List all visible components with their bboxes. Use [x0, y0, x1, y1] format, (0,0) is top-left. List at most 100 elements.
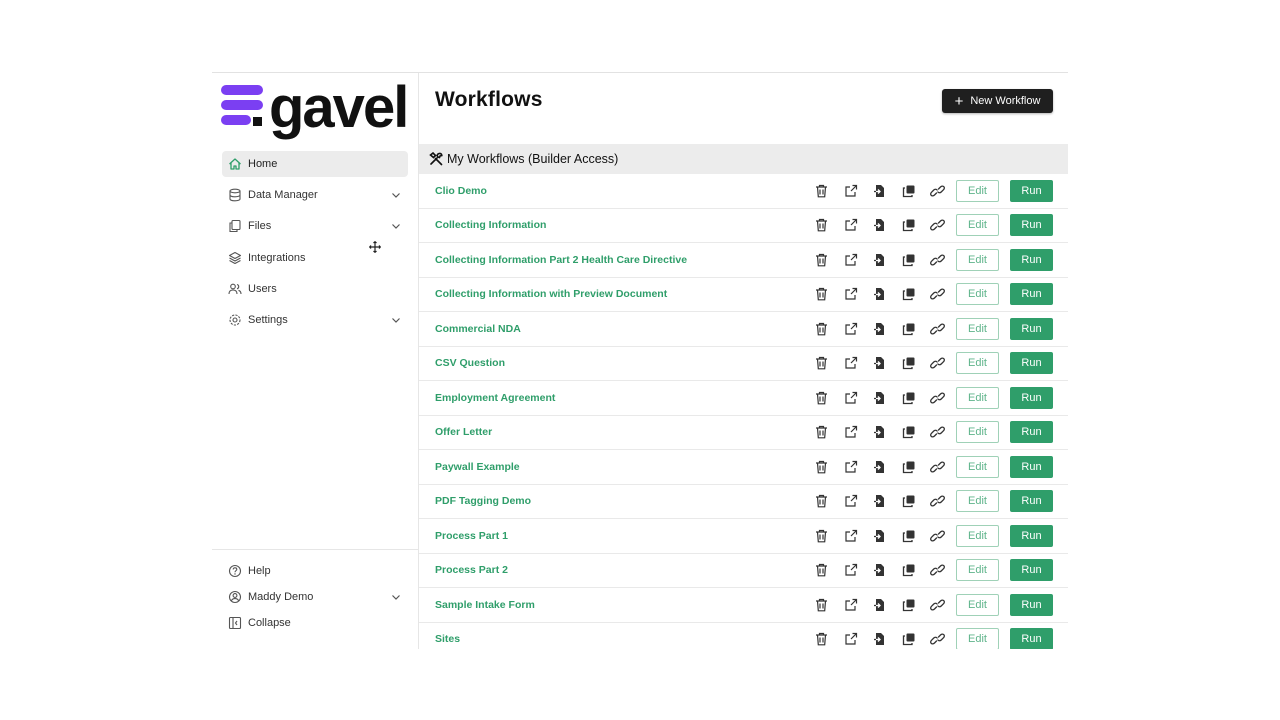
trash-icon[interactable] — [814, 183, 829, 198]
nav-item-account[interactable]: Maddy Demo — [222, 586, 408, 608]
workflow-name-link[interactable]: Employment Agreement — [435, 392, 555, 404]
workflow-name-link[interactable]: PDF Tagging Demo — [435, 495, 531, 507]
run-button[interactable]: Run — [1010, 179, 1053, 202]
duplicate-icon[interactable] — [901, 218, 916, 233]
share-icon[interactable] — [843, 390, 858, 405]
export-icon[interactable] — [872, 287, 887, 302]
share-icon[interactable] — [843, 321, 858, 336]
run-button[interactable]: Run — [1010, 628, 1053, 649]
trash-icon[interactable] — [814, 528, 829, 543]
workflow-name-link[interactable]: Collecting Information — [435, 219, 546, 231]
trash-icon[interactable] — [814, 563, 829, 578]
share-icon[interactable] — [843, 356, 858, 371]
export-icon[interactable] — [872, 494, 887, 509]
share-icon[interactable] — [843, 183, 858, 198]
link-icon[interactable] — [930, 425, 945, 440]
edit-button[interactable]: Edit — [956, 559, 999, 582]
share-icon[interactable] — [843, 494, 858, 509]
edit-button[interactable]: Edit — [956, 386, 999, 409]
edit-button[interactable]: Edit — [956, 524, 999, 547]
edit-button[interactable]: Edit — [956, 179, 999, 202]
run-button[interactable]: Run — [1010, 490, 1053, 513]
trash-icon[interactable] — [814, 459, 829, 474]
trash-icon[interactable] — [814, 597, 829, 612]
edit-button[interactable]: Edit — [956, 421, 999, 444]
share-icon[interactable] — [843, 425, 858, 440]
gavel-logo[interactable]: gavel — [220, 81, 412, 143]
run-button[interactable]: Run — [1010, 559, 1053, 582]
chevron-down-icon[interactable] — [390, 220, 402, 232]
share-icon[interactable] — [843, 528, 858, 543]
edit-button[interactable]: Edit — [956, 214, 999, 237]
duplicate-icon[interactable] — [901, 183, 916, 198]
workflow-name-link[interactable]: Offer Letter — [435, 426, 492, 438]
run-button[interactable]: Run — [1010, 593, 1053, 616]
share-icon[interactable] — [843, 252, 858, 267]
run-button[interactable]: Run — [1010, 524, 1053, 547]
duplicate-icon[interactable] — [901, 287, 916, 302]
link-icon[interactable] — [930, 356, 945, 371]
link-icon[interactable] — [930, 597, 945, 612]
link-icon[interactable] — [930, 218, 945, 233]
trash-icon[interactable] — [814, 494, 829, 509]
link-icon[interactable] — [930, 252, 945, 267]
trash-icon[interactable] — [814, 321, 829, 336]
export-icon[interactable] — [872, 563, 887, 578]
workflow-name-link[interactable]: Sample Intake Form — [435, 599, 535, 611]
trash-icon[interactable] — [814, 632, 829, 647]
workflow-name-link[interactable]: Paywall Example — [435, 461, 520, 473]
export-icon[interactable] — [872, 183, 887, 198]
edit-button[interactable]: Edit — [956, 352, 999, 375]
run-button[interactable]: Run — [1010, 352, 1053, 375]
link-icon[interactable] — [930, 528, 945, 543]
edit-button[interactable]: Edit — [956, 317, 999, 340]
chevron-down-icon[interactable] — [390, 591, 402, 603]
workflow-name-link[interactable]: Commercial NDA — [435, 323, 521, 335]
workflow-name-link[interactable]: Process Part 2 — [435, 564, 508, 576]
chevron-down-icon[interactable] — [390, 314, 402, 326]
chevron-down-icon[interactable] — [390, 189, 402, 201]
edit-button[interactable]: Edit — [956, 628, 999, 649]
nav-item-help[interactable]: Help — [222, 560, 408, 582]
link-icon[interactable] — [930, 183, 945, 198]
run-button[interactable]: Run — [1010, 214, 1053, 237]
trash-icon[interactable] — [814, 425, 829, 440]
trash-icon[interactable] — [814, 356, 829, 371]
link-icon[interactable] — [930, 459, 945, 474]
run-button[interactable]: Run — [1010, 248, 1053, 271]
nav-item-home[interactable]: Home — [222, 151, 408, 177]
nav-item-data-manager[interactable]: Data Manager — [222, 182, 408, 208]
duplicate-icon[interactable] — [901, 632, 916, 647]
edit-button[interactable]: Edit — [956, 283, 999, 306]
share-icon[interactable] — [843, 459, 858, 474]
workflow-name-link[interactable]: Process Part 1 — [435, 530, 508, 542]
share-icon[interactable] — [843, 287, 858, 302]
duplicate-icon[interactable] — [901, 597, 916, 612]
trash-icon[interactable] — [814, 252, 829, 267]
nav-item-settings[interactable]: Settings — [222, 307, 408, 333]
workflow-name-link[interactable]: Clio Demo — [435, 185, 487, 197]
workflow-name-link[interactable]: CSV Question — [435, 357, 505, 369]
export-icon[interactable] — [872, 425, 887, 440]
trash-icon[interactable] — [814, 390, 829, 405]
duplicate-icon[interactable] — [901, 425, 916, 440]
run-button[interactable]: Run — [1010, 283, 1053, 306]
edit-button[interactable]: Edit — [956, 455, 999, 478]
link-icon[interactable] — [930, 563, 945, 578]
export-icon[interactable] — [872, 632, 887, 647]
link-icon[interactable] — [930, 321, 945, 336]
link-icon[interactable] — [930, 494, 945, 509]
share-icon[interactable] — [843, 632, 858, 647]
export-icon[interactable] — [872, 528, 887, 543]
duplicate-icon[interactable] — [901, 252, 916, 267]
duplicate-icon[interactable] — [901, 459, 916, 474]
link-icon[interactable] — [930, 390, 945, 405]
export-icon[interactable] — [872, 356, 887, 371]
export-icon[interactable] — [872, 597, 887, 612]
edit-button[interactable]: Edit — [956, 593, 999, 616]
new-workflow-button[interactable]: + New Workflow — [942, 89, 1053, 113]
link-icon[interactable] — [930, 632, 945, 647]
edit-button[interactable]: Edit — [956, 248, 999, 271]
share-icon[interactable] — [843, 597, 858, 612]
workflow-name-link[interactable]: Sites — [435, 633, 460, 645]
